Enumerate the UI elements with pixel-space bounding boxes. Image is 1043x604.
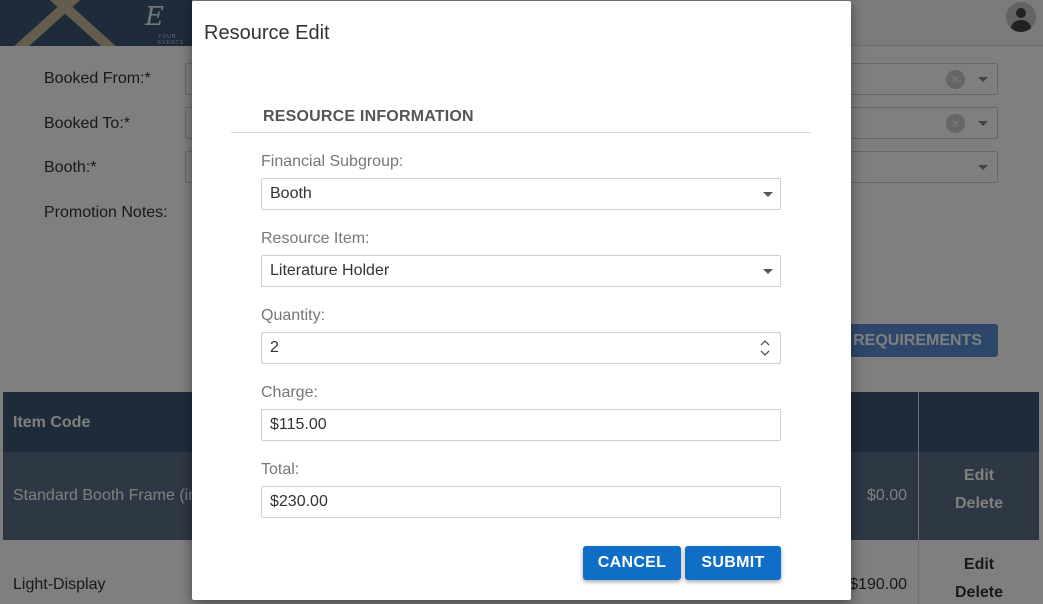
quantity-value: 2 (270, 339, 279, 356)
total-value: $230.00 (270, 493, 328, 510)
cancel-button[interactable]: CANCEL (583, 546, 681, 580)
financial-subgroup-select[interactable]: Booth (261, 178, 781, 210)
section-title: RESOURCE INFORMATION (263, 108, 474, 125)
charge-label: Charge: (261, 384, 318, 401)
section-divider (231, 132, 811, 133)
total-input[interactable]: $230.00 (261, 486, 781, 518)
resource-item-value: Literature Holder (270, 262, 390, 279)
financial-subgroup-value: Booth (270, 185, 312, 202)
resource-item-select[interactable]: Literature Holder (261, 255, 781, 287)
submit-button[interactable]: SUBMIT (685, 546, 781, 580)
financial-subgroup-label: Financial Subgroup: (261, 153, 404, 170)
dialog-title: Resource Edit (204, 22, 330, 44)
charge-input[interactable]: $115.00 (261, 409, 781, 441)
chevron-down-icon[interactable] (763, 269, 773, 274)
total-label: Total: (261, 461, 300, 478)
quantity-stepper[interactable]: 2 (261, 332, 781, 364)
spinner-icon[interactable] (760, 338, 770, 358)
chevron-down-icon[interactable] (763, 192, 773, 197)
resource-item-label: Resource Item: (261, 230, 370, 247)
resource-edit-dialog: Resource Edit RESOURCE INFORMATION Finan… (192, 1, 851, 600)
charge-value: $115.00 (270, 416, 327, 433)
quantity-label: Quantity: (261, 307, 326, 324)
